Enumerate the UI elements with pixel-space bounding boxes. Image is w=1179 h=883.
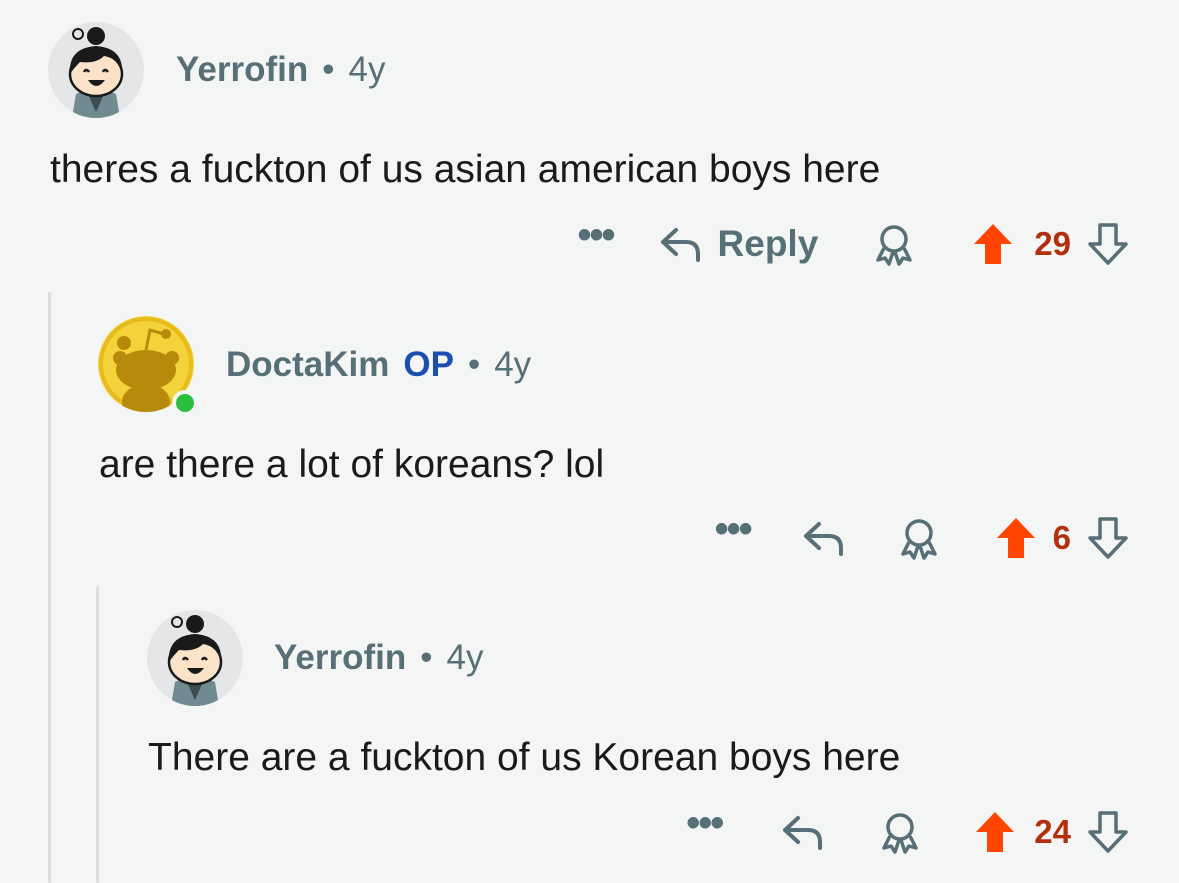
snoo-avatar-icon (147, 610, 243, 706)
comment-text: There are a fuckton of us Korean boys he… (148, 736, 901, 779)
more-options-icon: ••• (686, 801, 724, 845)
reply-button[interactable] (780, 812, 826, 852)
username[interactable]: Yerrofin (274, 638, 406, 678)
more-options-button[interactable]: ••• (686, 803, 724, 843)
upvote-button[interactable] (974, 810, 1016, 854)
comment-age: 4y (446, 638, 484, 677)
comment-actions: ••• 24 (686, 802, 1129, 862)
user-avatar[interactable] (147, 610, 243, 706)
comment: Yerrofin • 4y There are a fuckton of us … (0, 0, 1179, 883)
reply-icon (783, 816, 823, 850)
award-button[interactable] (878, 810, 922, 854)
downvote-button[interactable] (1087, 810, 1129, 854)
upvote-arrow-icon (976, 812, 1015, 852)
vote-score: 24 (1034, 813, 1071, 850)
comment-header: Yerrofin • 4y (274, 638, 484, 678)
award-icon (882, 813, 919, 854)
meta-separator: • (420, 638, 433, 677)
downvote-arrow-icon (1088, 811, 1128, 853)
